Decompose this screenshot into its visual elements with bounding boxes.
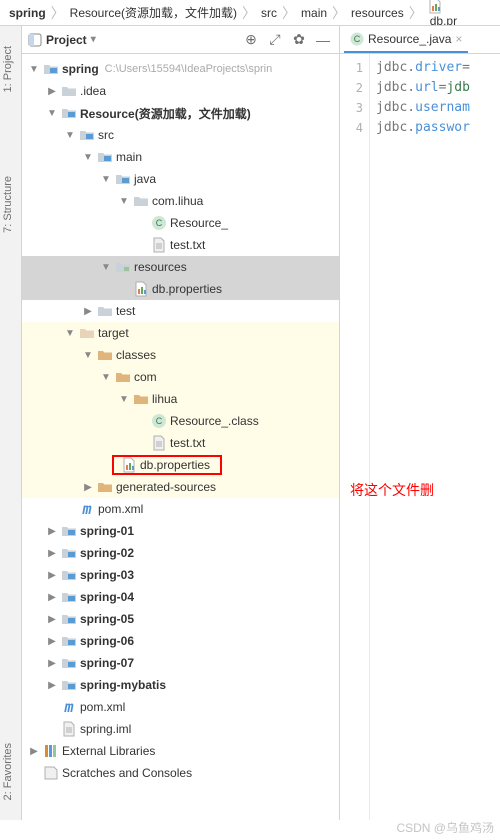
tree-row[interactable]: spring.iml (22, 718, 339, 740)
editor-pane: C Resource_.java × 1234 jdbc.driver=jdbc… (340, 26, 500, 820)
gutter: 1234 (340, 54, 370, 820)
project-tree[interactable]: ▼springC:\Users\15594\IdeaProjects\sprin… (22, 54, 339, 820)
tool-window-stripe: 1: Project 7: Structure 2: Favorites (0, 26, 22, 820)
tree-row[interactable]: ▼src (22, 124, 339, 146)
project-view-icon (28, 33, 42, 47)
tree-row[interactable]: ▼target (22, 322, 339, 344)
gear-icon[interactable]: ✿ (289, 30, 309, 50)
tree-row[interactable]: db.properties (22, 454, 339, 476)
tree-row[interactable]: ▼lihua (22, 388, 339, 410)
tree-row[interactable]: ▶spring-07 (22, 652, 339, 674)
expand-icon[interactable]: ⤢ (265, 30, 285, 50)
svg-text:C: C (354, 34, 361, 44)
tree-row[interactable]: ▶External Libraries (22, 740, 339, 762)
java-icon: C (350, 32, 364, 46)
side-tab-project[interactable]: 1: Project (0, 36, 16, 102)
crumb-3[interactable]: main (298, 4, 330, 22)
project-tool-window: Project ▾ ⊕ ⤢ ✿ — ▼springC:\Users\15594\… (22, 26, 340, 820)
tree-row[interactable]: ▼resources (22, 256, 339, 278)
svg-text:C: C (156, 416, 163, 426)
locate-icon[interactable]: ⊕ (241, 30, 261, 50)
tree-row[interactable]: ▶test (22, 300, 339, 322)
tree-row[interactable]: ▼java (22, 168, 339, 190)
project-pane-title[interactable]: Project ▾ (28, 33, 96, 47)
side-tab-favorites[interactable]: 2: Favorites (0, 733, 16, 810)
tree-row[interactable]: CResource_.class (22, 410, 339, 432)
project-header: Project ▾ ⊕ ⤢ ✿ — (22, 26, 339, 54)
tree-row[interactable]: ▶.idea (22, 80, 339, 102)
tree-row[interactable]: ▼classes (22, 344, 339, 366)
annotation-red-text: 将这个文件删 (350, 480, 434, 500)
crumb-2[interactable]: src (258, 4, 280, 22)
crumb-5[interactable]: db.pr (425, 0, 460, 26)
hide-icon[interactable]: — (313, 30, 333, 50)
editor-body[interactable]: 1234 jdbc.driver=jdbc.url=jdbjdbc.userna… (340, 54, 500, 820)
tree-row[interactable]: db.properties (22, 278, 339, 300)
code-area[interactable]: jdbc.driver=jdbc.url=jdbjdbc.usernamjdbc… (370, 54, 500, 820)
tree-row[interactable]: test.txt (22, 234, 339, 256)
tree-row[interactable]: CResource_ (22, 212, 339, 234)
tree-row[interactable]: ▶generated-sources (22, 476, 339, 498)
editor-tabs: C Resource_.java × (340, 26, 500, 54)
crumb-1[interactable]: Resource(资源加载，文件加载) (67, 2, 240, 23)
tree-row[interactable]: mpom.xml (22, 696, 339, 718)
crumb-4[interactable]: resources (348, 4, 407, 22)
tree-row[interactable]: ▼com.lihua (22, 190, 339, 212)
watermark: CSDN @乌鱼鸡汤 (396, 819, 494, 836)
breadcrumb: spring〉Resource(资源加载，文件加载)〉src〉main〉reso… (0, 0, 500, 26)
tree-row[interactable]: test.txt (22, 432, 339, 454)
tree-row[interactable]: ▶spring-06 (22, 630, 339, 652)
svg-text:C: C (156, 218, 163, 228)
close-icon[interactable]: × (455, 32, 462, 46)
tree-row[interactable]: ▼main (22, 146, 339, 168)
tree-row[interactable]: ▶spring-03 (22, 564, 339, 586)
tree-row[interactable]: ▶spring-mybatis (22, 674, 339, 696)
side-tab-structure[interactable]: 7: Structure (0, 166, 16, 243)
tree-row[interactable]: ▼Resource(资源加载，文件加载) (22, 102, 339, 124)
crumb-0[interactable]: spring (6, 4, 49, 22)
tree-row[interactable]: Scratches and Consoles (22, 762, 339, 784)
tree-row[interactable]: ▶spring-05 (22, 608, 339, 630)
tree-row[interactable]: ▶spring-01 (22, 520, 339, 542)
tree-row[interactable]: ▼com (22, 366, 339, 388)
tree-row[interactable]: ▶spring-04 (22, 586, 339, 608)
editor-tab-resource[interactable]: C Resource_.java × (344, 26, 468, 53)
tree-row[interactable]: mpom.xml (22, 498, 339, 520)
tree-row[interactable]: ▶spring-02 (22, 542, 339, 564)
tree-row[interactable]: ▼springC:\Users\15594\IdeaProjects\sprin (22, 58, 339, 80)
